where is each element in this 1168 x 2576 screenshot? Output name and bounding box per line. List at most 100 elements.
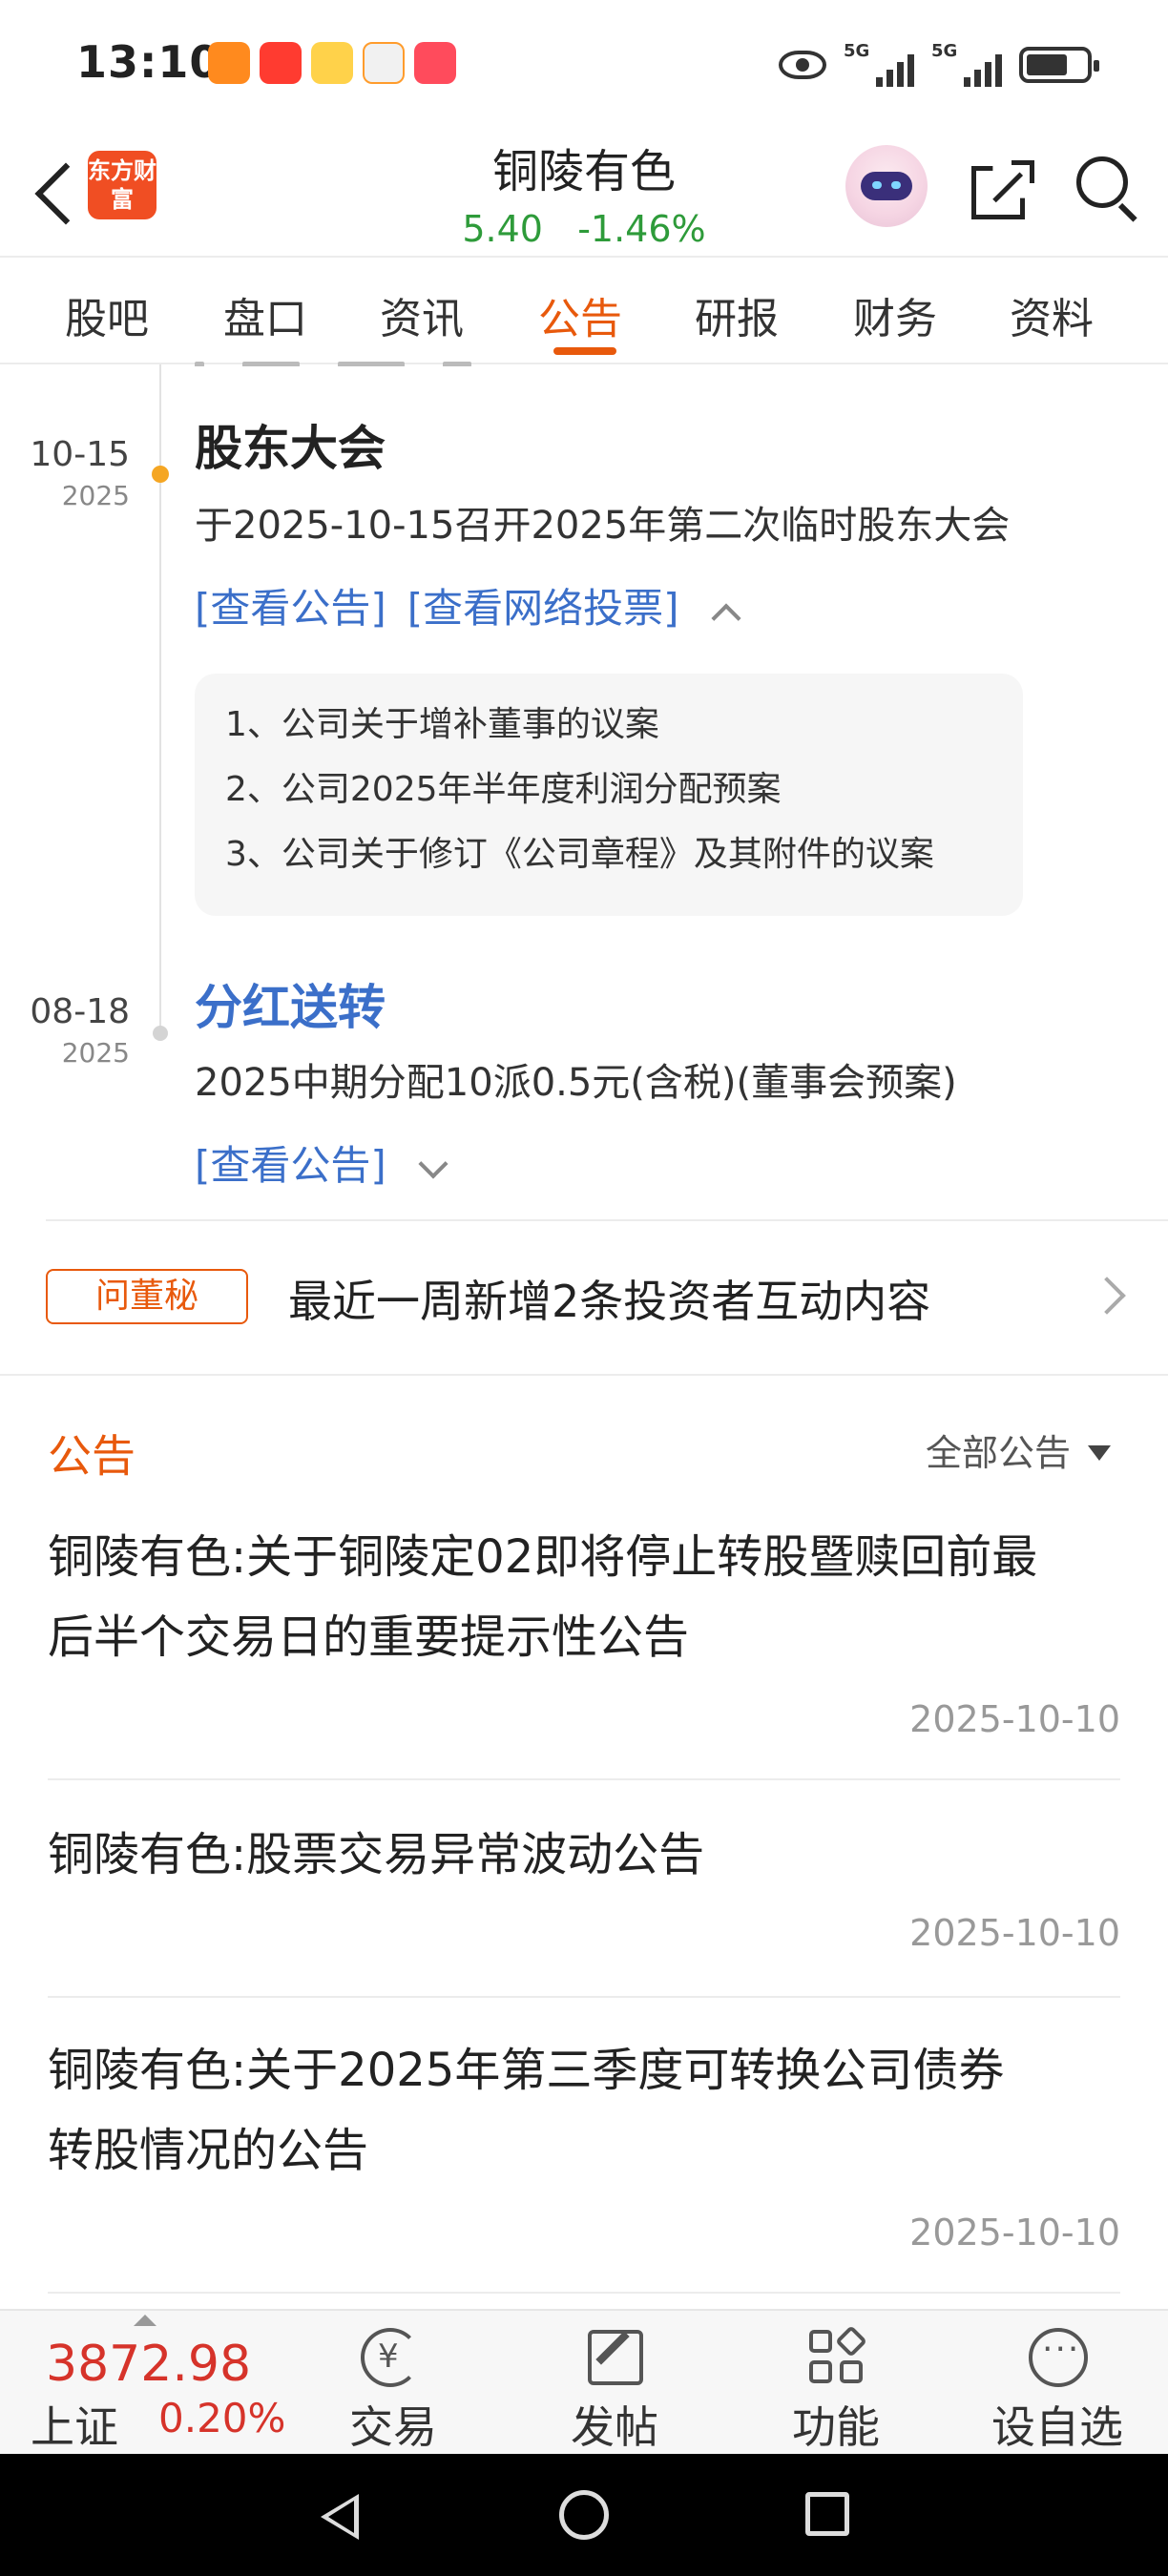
yuan-trade-icon: ¥ — [361, 2328, 420, 2387]
trade-button[interactable]: ¥ 交易 — [317, 2322, 469, 2456]
divider — [48, 1996, 1120, 1998]
agenda-item: 2、公司2025年半年度利润分配预案 — [225, 770, 782, 809]
announcement-item[interactable]: 铜陵有色:关于2025年第三季度可转换公司债券 转股情况的公告 2025-10-… — [48, 2030, 1120, 2259]
tab-bar: 股吧 盘口 资讯 公告 研报 财务 资料 — [0, 256, 1168, 364]
search-icon[interactable] — [1074, 155, 1141, 222]
agenda-item: 1、公司关于增补董事的议案 — [225, 705, 659, 744]
announcement-title-line: 铜陵有色:股票交易异常波动公告 — [48, 1828, 705, 1881]
more-dots-icon — [1029, 2328, 1088, 2387]
signal-label: 5G — [844, 41, 870, 61]
nav-home-icon[interactable] — [559, 2490, 609, 2540]
ask-secretary-badge[interactable]: 问董秘 — [46, 1269, 248, 1324]
event-year: 2025 — [61, 1037, 130, 1069]
stock-change: -1.46% — [577, 208, 706, 250]
tab-news[interactable]: 资讯 — [380, 284, 464, 345]
video-notification-icon — [414, 42, 456, 84]
ask-secretary-text[interactable]: 最近一周新增2条投资者互动内容 — [288, 1267, 930, 1330]
scrolled-off-content — [195, 353, 805, 366]
post-button[interactable]: 发帖 — [538, 2322, 691, 2456]
tab-announcements[interactable]: 公告 — [538, 284, 622, 345]
index-change[interactable]: 0.20% — [158, 2395, 285, 2441]
signal-label: 5G — [931, 41, 958, 61]
divider — [48, 1778, 1120, 1780]
event-title-link[interactable]: 分红送转 — [195, 969, 386, 1038]
event-description: 2025中期分配10派0.5元(含税)(董事会预案) — [195, 1061, 957, 1105]
announcement-date: 2025-10-10 — [909, 1912, 1120, 1954]
event-links: [查看公告] — [195, 1133, 448, 1192]
stock-title-block: 铜陵有色 5.40 -1.46% — [393, 134, 775, 250]
timeline-line — [159, 364, 161, 1032]
system-icons: 5G 5G — [779, 38, 1099, 92]
event-month-day: 08-18 — [30, 992, 130, 1031]
chevron-right-icon[interactable] — [1088, 1277, 1126, 1315]
app-logo: 东方财富 — [88, 151, 156, 219]
ai-assistant-icon[interactable] — [845, 145, 928, 227]
agenda-box: 1、公司关于增补董事的议案 2、公司2025年半年度利润分配预案 3、公司关于修… — [195, 674, 1023, 916]
announcement-date: 2025-10-10 — [909, 1698, 1120, 1740]
announcement-item[interactable]: 铜陵有色:股票交易异常波动公告 2025-10-10 — [48, 1815, 1120, 1967]
stock-header: 东方财富 铜陵有色 5.40 -1.46% — [0, 134, 1168, 256]
add-watchlist-button[interactable]: 设自选 — [981, 2322, 1134, 2456]
tab-pankou[interactable]: 盘口 — [223, 284, 307, 345]
bottom-toolbar: 3872.98 上证 0.20% ¥ 交易 发帖 功能 设自选 — [0, 2309, 1168, 2454]
signal-icon: 5G — [844, 41, 914, 89]
divider — [46, 1219, 1168, 1221]
event-month-day: 10-15 — [30, 435, 130, 474]
collapse-up-icon[interactable] — [134, 2315, 156, 2326]
announcement-date: 2025-10-10 — [909, 2212, 1120, 2254]
tab-finance[interactable]: 财务 — [853, 284, 937, 345]
collapse-chevron-icon[interactable] — [711, 602, 741, 634]
back-arrow-icon[interactable] — [29, 155, 86, 231]
battery-icon — [1019, 47, 1099, 83]
weibo-notification-icon — [311, 42, 353, 84]
view-announcement-link[interactable]: [查看公告] — [195, 1142, 386, 1189]
signal-icon: 5G — [931, 41, 1002, 89]
stock-name: 铜陵有色 — [491, 145, 676, 198]
tab-guba[interactable]: 股吧 — [65, 284, 149, 345]
nav-back-icon[interactable] — [321, 2494, 359, 2540]
status-bar: 13:10 5G 5G — [0, 0, 1168, 134]
edit-post-icon — [588, 2330, 643, 2385]
view-announcement-link[interactable]: [查看公告] — [195, 585, 386, 632]
announcement-title-line: 铜陵有色:关于铜陵定02即将停止转股暨赎回前最 — [48, 1530, 1038, 1584]
dropdown-triangle-icon — [1088, 1444, 1111, 1461]
tab-profile[interactable]: 资料 — [1010, 284, 1094, 345]
view-online-voting-link[interactable]: [查看网络投票] — [407, 585, 679, 632]
expand-chevron-icon[interactable] — [418, 1148, 448, 1179]
taobao-notification-icon — [260, 42, 302, 84]
event-title: 股东大会 — [195, 421, 386, 476]
divider — [0, 1374, 1168, 1376]
trade-label: 交易 — [349, 2401, 437, 2453]
filter-label: 全部公告 — [925, 1432, 1071, 1474]
notification-app-icon — [208, 42, 250, 84]
event-description: 于2025-10-15召开2025年第二次临时股东大会 — [195, 504, 1011, 548]
system-nav-bar — [0, 2454, 1168, 2576]
announcement-title-line: 转股情况的公告 — [48, 2124, 369, 2177]
announcement-title-line: 铜陵有色:关于2025年第三季度可转换公司债券 — [48, 2044, 1005, 2097]
divider — [48, 2292, 1120, 2294]
apps-grid-icon — [809, 2325, 867, 2387]
event-date: 08-18 2025 — [30, 992, 130, 1069]
tab-research[interactable]: 研报 — [695, 284, 779, 345]
status-time: 13:10 — [76, 36, 221, 88]
event-year: 2025 — [61, 480, 130, 511]
event-links: [查看公告] [查看网络投票] — [195, 576, 741, 634]
stock-price: 5.40 — [462, 208, 543, 250]
announcements-section-title: 公告 — [48, 1430, 136, 1482]
notification-app-icon — [363, 42, 405, 84]
announcement-item[interactable]: 铜陵有色:关于铜陵定02即将停止转股暨赎回前最 后半个交易日的重要提示性公告 2… — [48, 1517, 1120, 1746]
share-icon[interactable] — [968, 155, 1034, 221]
timeline-dot — [153, 1026, 168, 1041]
nav-recents-icon[interactable] — [805, 2492, 849, 2536]
index-name[interactable]: 上证 — [31, 2393, 118, 2456]
index-value[interactable]: 3872.98 — [46, 2336, 251, 2393]
add-watchlist-label: 设自选 — [991, 2401, 1123, 2453]
functions-label: 功能 — [792, 2401, 880, 2453]
eye-comfort-icon — [779, 51, 826, 79]
post-label: 发帖 — [571, 2401, 658, 2453]
functions-button[interactable]: 功能 — [760, 2322, 912, 2456]
stock-quote: 5.40 -1.46% — [393, 208, 775, 250]
announcement-title-line: 后半个交易日的重要提示性公告 — [48, 1610, 690, 1664]
announcement-filter-dropdown[interactable]: 全部公告 — [926, 1423, 1111, 1476]
timeline-dot-active — [152, 466, 169, 483]
